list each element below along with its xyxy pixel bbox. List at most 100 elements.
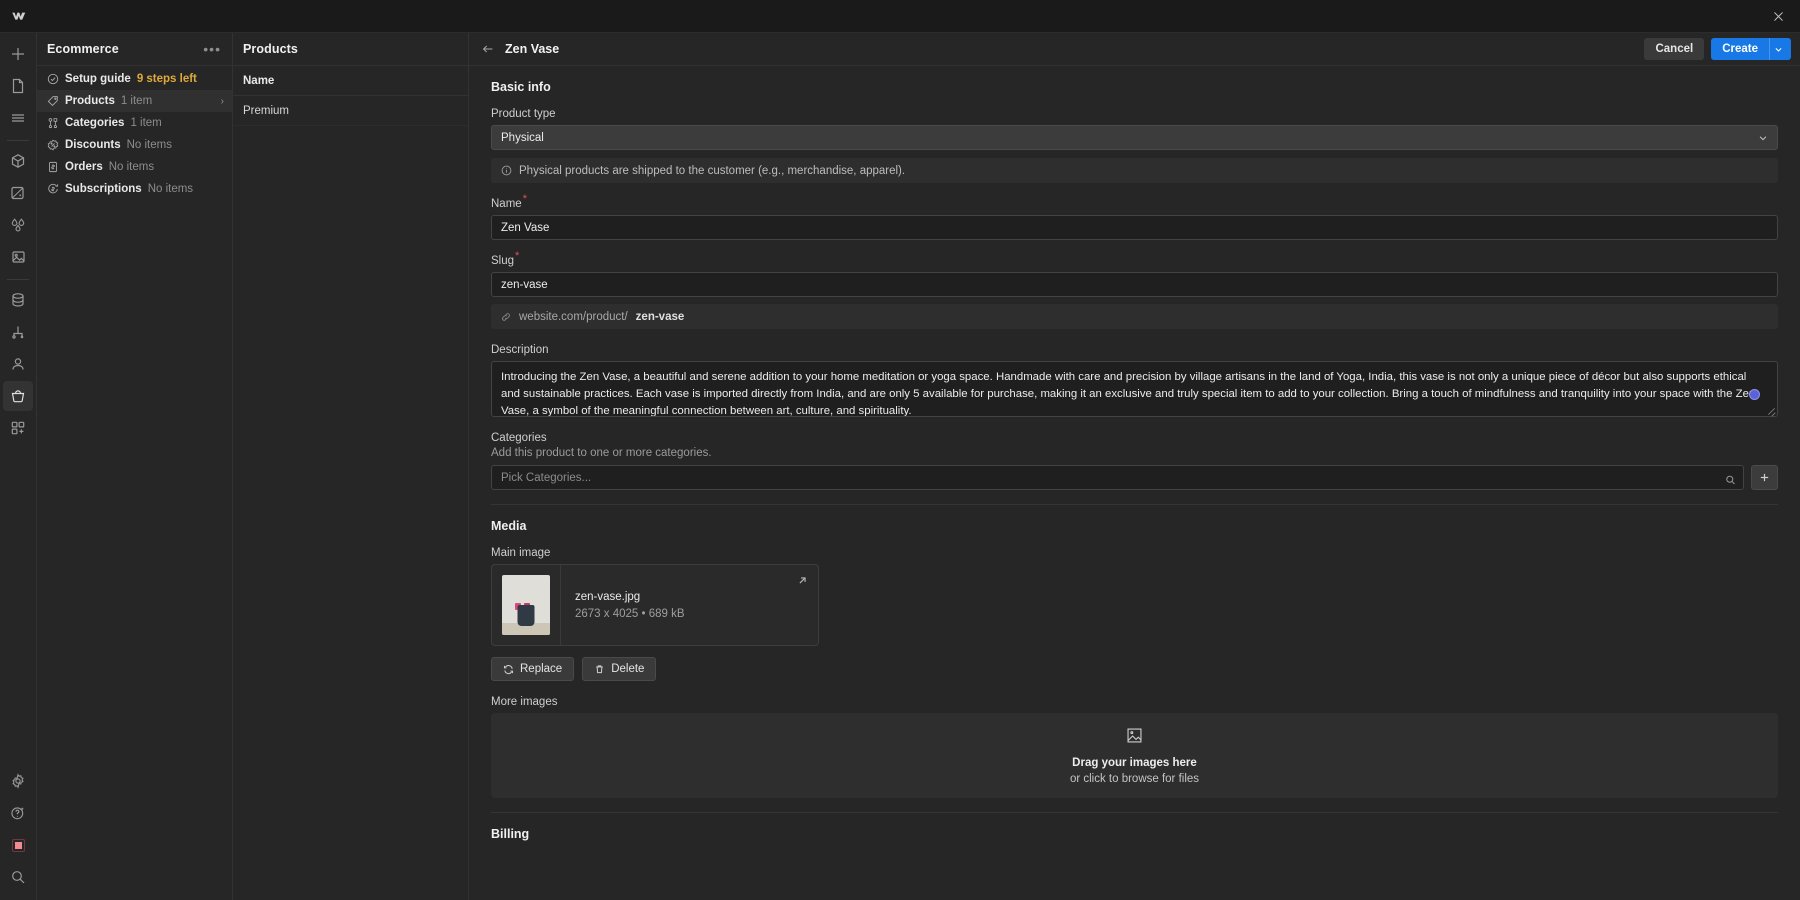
description-wrapper	[491, 361, 1778, 417]
users-icon[interactable]	[3, 349, 33, 379]
replace-image-button[interactable]: Replace	[491, 657, 574, 681]
style-icon[interactable]	[3, 178, 33, 208]
required-marker: *	[515, 250, 519, 262]
webflow-designer-window: Ecommerce ••• Setup guide 9 steps left P…	[0, 0, 1800, 900]
apps-icon[interactable]	[3, 413, 33, 443]
description-label: Description	[491, 344, 549, 356]
slug-preview-value: zen-vase	[636, 311, 685, 323]
cancel-button[interactable]: Cancel	[1644, 38, 1704, 60]
name-label: Name*	[491, 198, 527, 210]
chevron-right-icon: ›	[221, 96, 224, 107]
ecommerce-nav-list: Setup guide 9 steps left Products 1 item…	[37, 66, 232, 200]
logic-icon[interactable]	[3, 317, 33, 347]
editor-header: Zen Vase Cancel Create	[469, 33, 1800, 66]
video-icon[interactable]	[3, 830, 33, 860]
sidebar-item-label: Subscriptions	[65, 183, 142, 195]
categories-input[interactable]	[491, 465, 1744, 490]
image-dropzone[interactable]: Drag your images here or click to browse…	[491, 713, 1778, 798]
description-textarea[interactable]	[491, 361, 1778, 417]
product-type-hint: Physical products are shipped to the cus…	[491, 158, 1778, 183]
sidebar-item-categories[interactable]: Categories 1 item	[37, 112, 232, 134]
ecommerce-panel-header: Ecommerce •••	[37, 33, 232, 66]
name-field: Name*	[491, 194, 1778, 240]
delete-label: Delete	[611, 663, 644, 675]
link-icon	[501, 312, 511, 322]
sidebar-item-meta: No items	[109, 161, 154, 173]
image-placeholder-icon	[1125, 726, 1144, 750]
sidebar-item-subscriptions[interactable]: Subscriptions No items	[37, 178, 232, 200]
page-icon[interactable]	[3, 71, 33, 101]
sidebar-item-setup-guide[interactable]: Setup guide 9 steps left	[37, 68, 232, 90]
sidebar-item-label: Setup guide	[65, 73, 131, 85]
categories-description: Add this product to one or more categori…	[491, 447, 1778, 459]
products-panel-header: Products	[233, 33, 468, 66]
ecommerce-panel: Ecommerce ••• Setup guide 9 steps left P…	[37, 33, 233, 900]
section-heading: Media	[491, 505, 1778, 543]
editor-actions: Cancel Create	[1644, 38, 1791, 60]
editor-scroll-area[interactable]: Basic info Product type Physical Physica…	[469, 66, 1800, 900]
sidebar-item-label: Discounts	[65, 139, 121, 151]
ecommerce-icon[interactable]	[3, 381, 33, 411]
sidebar-item-discounts[interactable]: Discounts No items	[37, 134, 232, 156]
billing-section: Billing	[469, 813, 1800, 851]
variables-icon[interactable]	[3, 210, 33, 240]
slug-preview-prefix: website.com/product/	[519, 311, 628, 323]
help-ai-icon[interactable]	[3, 798, 33, 828]
panel-title: Ecommerce	[47, 42, 119, 56]
products-panel: Products Name Premium	[233, 33, 469, 900]
sidebar-item-meta: 1 item	[121, 95, 152, 107]
create-button-group: Create	[1711, 38, 1791, 60]
navigator-icon[interactable]	[3, 103, 33, 133]
product-type-label: Product type	[491, 108, 556, 120]
gear-icon[interactable]	[3, 766, 33, 796]
image-file-meta: 2673 x 4025 • 689 kB	[575, 608, 804, 620]
products-column-header-name: Name	[233, 66, 468, 96]
description-field: Description	[491, 340, 1778, 417]
add-category-button[interactable]	[1751, 465, 1778, 490]
slug-input[interactable]	[491, 272, 1778, 297]
discount-icon	[46, 139, 59, 152]
slug-field: Slug* website.com/product/zen-vase	[491, 251, 1778, 329]
chevron-down-icon[interactable]	[1769, 38, 1791, 60]
cms-icon[interactable]	[3, 285, 33, 315]
slug-preview: website.com/product/zen-vase	[491, 304, 1778, 329]
sidebar-item-meta: 1 item	[130, 117, 161, 129]
media-section: Media Main image zen-vase.jpg 2673 x 402…	[469, 505, 1800, 813]
close-window-button[interactable]	[1756, 10, 1800, 23]
replace-label: Replace	[520, 663, 562, 675]
check-circle-icon	[46, 73, 59, 86]
product-type-select[interactable]: Physical	[491, 125, 1778, 150]
page-title: Zen Vase	[505, 42, 559, 56]
rail-divider	[7, 140, 29, 141]
sidebar-item-label: Categories	[65, 117, 124, 129]
section-heading: Billing	[491, 813, 1778, 851]
left-icon-rail	[0, 33, 37, 900]
more-images-field: More images Drag your images here or cli…	[491, 692, 1778, 798]
product-type-value: Physical	[501, 132, 544, 144]
plus-icon[interactable]	[3, 39, 33, 69]
product-type-hint-text: Physical products are shipped to the cus…	[519, 165, 905, 177]
arrow-left-icon[interactable]	[481, 42, 495, 56]
search-icon[interactable]	[3, 862, 33, 892]
components-icon[interactable]	[3, 146, 33, 176]
orders-icon	[46, 161, 59, 174]
main-image-card[interactable]: zen-vase.jpg 2673 x 4025 • 689 kB	[491, 564, 819, 646]
chevron-down-icon	[1758, 133, 1768, 143]
delete-image-button[interactable]: Delete	[582, 657, 656, 681]
required-marker: *	[523, 193, 527, 205]
image-thumbnail	[502, 575, 550, 635]
panel-more-menu-button[interactable]: •••	[200, 41, 224, 57]
sidebar-item-products[interactable]: Products 1 item ›	[37, 90, 232, 112]
categories-label: Categories	[491, 432, 547, 444]
open-external-icon[interactable]	[797, 573, 808, 591]
products-panel-title: Products	[243, 42, 298, 56]
create-button[interactable]: Create	[1711, 38, 1769, 60]
categories-field: Categories Add this product to one or mo…	[491, 428, 1778, 490]
sidebar-item-orders[interactable]: Orders No items	[37, 156, 232, 178]
table-row[interactable]: Premium	[233, 96, 468, 126]
assets-icon[interactable]	[3, 242, 33, 272]
collaborator-cursor-badge	[1749, 389, 1760, 400]
webflow-logo-icon	[0, 8, 37, 25]
name-input[interactable]	[491, 215, 1778, 240]
slug-label: Slug*	[491, 255, 519, 267]
